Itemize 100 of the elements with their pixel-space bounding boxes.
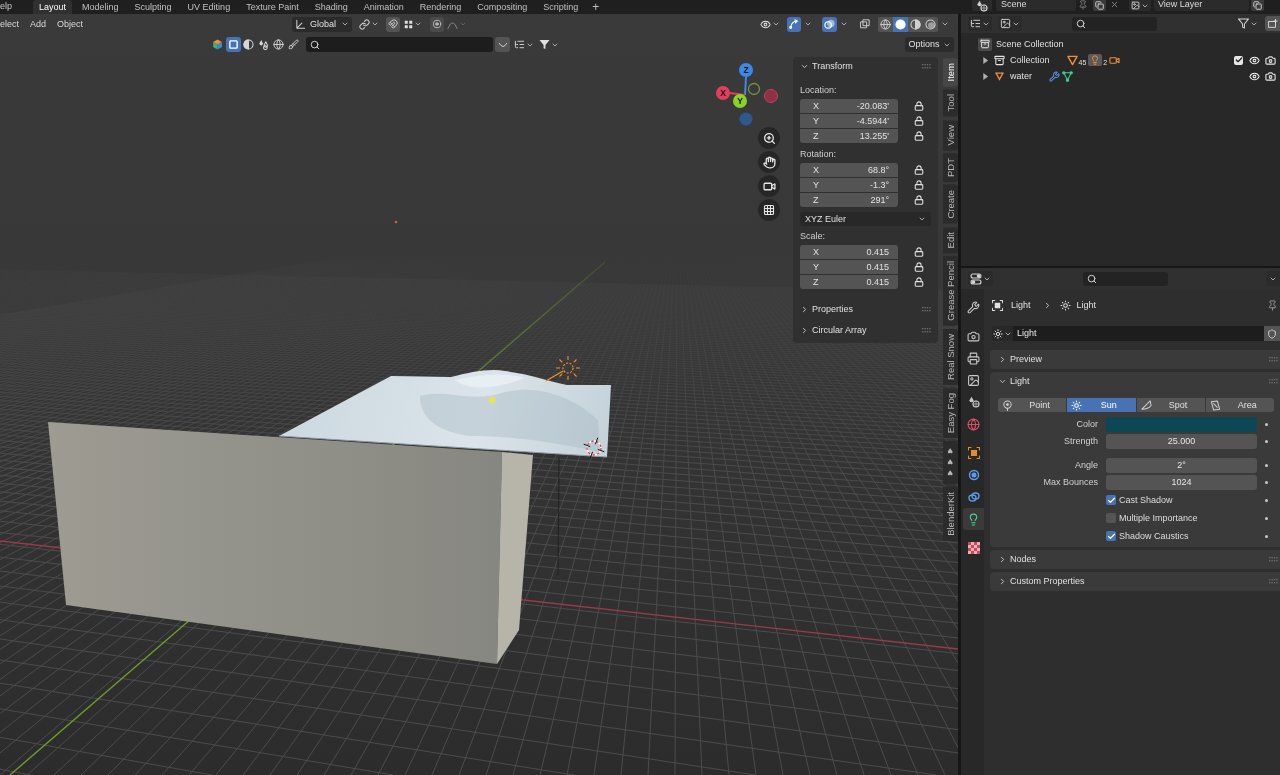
menu-item[interactable]: Add xyxy=(30,18,47,30)
color-swatch[interactable] xyxy=(1106,417,1257,432)
properties-tab[interactable] xyxy=(963,508,984,530)
panel-header[interactable]: Custom Properties xyxy=(990,572,1280,591)
arc-toggle[interactable] xyxy=(495,37,510,52)
workspace-tab[interactable]: Texture Paint xyxy=(240,0,305,14)
eye-icon[interactable] xyxy=(1249,54,1260,66)
editor-type-dropdown[interactable] xyxy=(968,271,993,286)
sidebar-tab[interactable]: Create xyxy=(943,185,958,224)
pin-icon[interactable] xyxy=(1267,299,1278,311)
display-mode-dropdown[interactable] xyxy=(968,16,992,31)
sidebar-tab[interactable]: Edit xyxy=(943,226,958,254)
panel-header[interactable]: Transform xyxy=(793,57,938,76)
help-menu[interactable]: elp xyxy=(0,0,12,13)
menu-item[interactable]: elect xyxy=(0,18,19,30)
checkbox[interactable] xyxy=(1106,495,1116,505)
fake-user-toggle[interactable] xyxy=(1264,326,1280,341)
pivot-dropdown[interactable] xyxy=(358,16,380,32)
number-field[interactable]: Y -4.5944' xyxy=(800,114,898,128)
panel-header[interactable]: Properties xyxy=(793,300,938,318)
x-axis-handle[interactable]: X xyxy=(716,86,730,100)
number-field[interactable]: Y 0.415 xyxy=(800,260,898,274)
outliner-item[interactable]: Scene Collection xyxy=(996,39,1064,49)
pin-icon[interactable] xyxy=(1078,0,1088,10)
number-field[interactable]: Z 0.415 xyxy=(800,275,898,289)
sidebar-tab[interactable]: Item xyxy=(943,58,958,87)
negative-y-handle[interactable] xyxy=(747,82,761,96)
type-filter-button[interactable] xyxy=(226,37,241,52)
menu-item[interactable]: Object xyxy=(57,18,84,30)
sidebar-tab[interactable]: Tool xyxy=(943,89,958,117)
sidebar-tab[interactable]: Grease Pencil xyxy=(943,256,958,326)
camera-icon[interactable] xyxy=(1265,70,1276,82)
sidebar-tab[interactable]: PDT xyxy=(943,153,958,183)
lock-icon[interactable] xyxy=(914,116,924,126)
number-field[interactable]: X -20.083' xyxy=(800,99,898,113)
workspace-tab[interactable]: Shading xyxy=(308,0,354,14)
type-filter-button[interactable] xyxy=(286,37,301,52)
add-workspace-button[interactable]: + xyxy=(588,0,604,14)
search-field[interactable] xyxy=(1083,271,1168,286)
sidebar-tab[interactable]: Easy Fog xyxy=(943,387,958,438)
sidebar-tab[interactable]: BlenderKit xyxy=(943,487,958,541)
number-field[interactable]: Z 13.255' xyxy=(800,129,898,143)
number-field[interactable]: Z 291° xyxy=(800,193,898,207)
outliner-item[interactable]: Collection xyxy=(1010,55,1050,65)
workspace-tab[interactable]: Scripting xyxy=(537,0,585,14)
lock-icon[interactable] xyxy=(914,262,924,272)
workspace-tab[interactable]: Layout xyxy=(33,0,73,14)
lock-icon[interactable] xyxy=(914,131,924,141)
view-layer-selector-dropdown[interactable] xyxy=(1129,0,1151,11)
light-type-button[interactable]: Sun xyxy=(1067,398,1136,412)
new-collection-button[interactable] xyxy=(1265,16,1280,31)
datablock-type-dropdown[interactable] xyxy=(992,326,1013,341)
lock-icon[interactable] xyxy=(914,247,924,257)
light-type-button[interactable]: Area xyxy=(1205,398,1274,412)
workspace-tab[interactable]: Modeling xyxy=(76,0,125,14)
sidebar-tab[interactable]: Real Snow xyxy=(943,328,958,385)
sidebar-tab[interactable]: View xyxy=(943,119,958,151)
checkbox[interactable] xyxy=(1234,55,1243,65)
outliner-item[interactable]: water xyxy=(1010,71,1032,81)
options-dropdown[interactable]: Options xyxy=(905,37,954,52)
sidebar-tab[interactable]: ♥♥♥ xyxy=(943,441,958,484)
eye-icon[interactable] xyxy=(1249,70,1260,82)
negative-z-handle[interactable] xyxy=(739,112,753,126)
panel-header[interactable]: Preview xyxy=(990,350,1280,369)
number-field[interactable]: X 0.415 xyxy=(800,245,898,259)
z-axis-handle[interactable]: Z xyxy=(739,63,753,77)
filter-dropdown[interactable] xyxy=(538,37,560,52)
copy-scene-button[interactable] xyxy=(1093,0,1106,11)
light-type-button[interactable]: Point xyxy=(998,398,1067,412)
workspace-tab[interactable]: Sculpting xyxy=(128,0,178,14)
workspace-tab[interactable]: Compositing xyxy=(471,0,534,14)
panel-header[interactable]: Circular Array xyxy=(793,321,938,339)
lock-icon[interactable] xyxy=(914,195,924,205)
copy-view-layer-button[interactable] xyxy=(1251,0,1264,11)
y-axis-handle[interactable]: Y xyxy=(733,94,747,108)
view-layer-dropdown[interactable] xyxy=(998,16,1022,31)
workspace-tab[interactable]: Animation xyxy=(357,0,410,14)
scene-selector-dropdown[interactable] xyxy=(972,0,992,11)
rotation-mode-dropdown[interactable]: XYZ Euler xyxy=(800,212,931,226)
checkbox[interactable] xyxy=(1106,513,1116,523)
lock-icon[interactable] xyxy=(914,165,924,175)
panel-header[interactable]: Nodes xyxy=(990,550,1280,569)
search-field[interactable] xyxy=(306,37,493,52)
type-filter-button[interactable] xyxy=(241,37,256,52)
light-type-button[interactable]: Spot xyxy=(1136,398,1205,412)
checkbox[interactable] xyxy=(1106,531,1116,541)
number-field[interactable]: 1024 xyxy=(1106,475,1257,490)
scene-field[interactable]: Scene xyxy=(996,0,1076,11)
number-field[interactable]: X 68.8° xyxy=(800,163,898,177)
lock-icon[interactable] xyxy=(914,180,924,190)
workspace-tab[interactable]: Rendering xyxy=(413,0,468,14)
number-field[interactable]: 25.000 xyxy=(1106,434,1257,449)
type-filter-button[interactable] xyxy=(271,37,286,52)
number-field[interactable]: 2° xyxy=(1106,458,1257,473)
close-icon[interactable] xyxy=(1110,0,1119,9)
lock-icon[interactable] xyxy=(914,101,924,111)
panel-header[interactable]: Light xyxy=(990,372,1280,391)
camera-icon[interactable] xyxy=(1265,54,1276,66)
search-field[interactable] xyxy=(1072,16,1157,31)
lock-icon[interactable] xyxy=(914,277,924,287)
